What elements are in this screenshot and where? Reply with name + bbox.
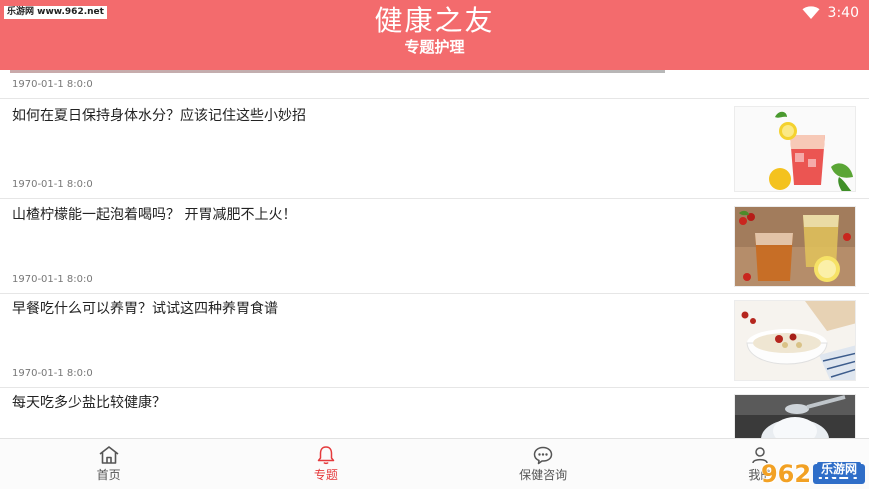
home-icon (98, 445, 120, 469)
page-title: 专题护理 (404, 38, 465, 56)
divider (0, 98, 869, 99)
divider (0, 387, 869, 388)
nav-item-consult[interactable]: 保健咨询 (435, 439, 652, 489)
nav-label: 首页 (96, 468, 121, 482)
top-item-date: 1970-01-1 8:0:0 (12, 79, 93, 90)
nav-label: 专题 (313, 468, 338, 482)
watermark-sub: 乐游网 (816, 462, 861, 477)
divider (0, 198, 869, 199)
status-bar: 3:40 (802, 4, 859, 22)
article-thumbnail[interactable] (734, 394, 856, 438)
article-title[interactable]: 早餐吃什么可以养胃？试试这四种养胃食谱 (12, 300, 278, 318)
nav-item-home[interactable]: 首页 (0, 439, 217, 489)
chat-icon (532, 445, 554, 469)
article-title[interactable]: 山楂柠檬能一起泡着喝吗？ 开胃减肥不上火！ (12, 206, 296, 224)
article-thumbnail[interactable] (734, 300, 856, 381)
article-date: 1970-01-1 8:0:0 (12, 368, 93, 379)
watermark-number: 962 (760, 460, 812, 488)
article-thumbnail[interactable] (734, 206, 856, 287)
divider (0, 293, 869, 294)
article-thumbnail[interactable] (734, 106, 856, 192)
article-list[interactable]: 1970-01-1 8:0:0 如何在夏日保持身体水分？应该记住这些小妙招 19… (0, 70, 869, 438)
bottom-nav: 首页 专题 保健咨询 我的 (0, 438, 869, 489)
article-title[interactable]: 每天吃多少盐比较健康？ (12, 394, 166, 412)
nav-label: 保健咨询 (519, 468, 568, 482)
app-title: 健康之友 (374, 4, 495, 37)
banner-remnant (10, 70, 665, 73)
wifi-icon (802, 6, 820, 20)
article-title[interactable]: 如何在夏日保持身体水分？应该记住这些小妙招 (12, 107, 306, 125)
article-date: 1970-01-1 8:0:0 (12, 179, 93, 190)
nav-item-topics[interactable]: 专题 (217, 439, 434, 489)
status-time: 3:40 (827, 5, 859, 21)
app-header: 乐游网 www.962.net 健康之友 专题护理 3:40 (0, 0, 869, 70)
article-date: 1970-01-1 8:0:0 (12, 274, 93, 285)
bell-icon (316, 445, 336, 469)
